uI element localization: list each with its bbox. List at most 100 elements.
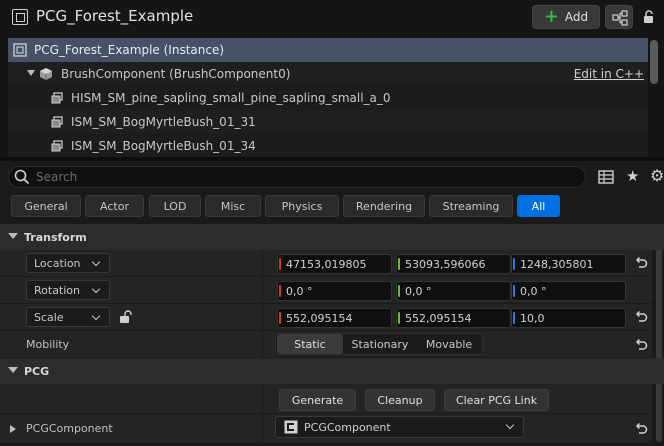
filter-tab-lod[interactable]: LOD xyxy=(149,195,201,217)
scale-x-field[interactable]: 552,095154 xyxy=(277,308,392,328)
pcg-component-select[interactable]: PCGComponent xyxy=(275,416,524,438)
pcg-section-header[interactable]: PCG xyxy=(0,358,664,384)
star-icon[interactable]: ★ xyxy=(626,167,639,185)
mobility-movable-option[interactable]: Movable xyxy=(416,334,482,354)
transform-section-header[interactable]: Transform xyxy=(0,224,664,250)
filter-tab-streaming[interactable]: Streaming xyxy=(429,195,513,217)
z-axis-marker xyxy=(513,312,515,324)
rotation-x-value: 0,0 ° xyxy=(286,284,313,298)
location-x-value: 47153,019805 xyxy=(286,257,367,271)
filter-tab-misc[interactable]: Misc xyxy=(205,195,261,217)
tree-row-label: ISM_SM_BogMyrtleBush_01_34 xyxy=(71,139,256,153)
tree-row-ism[interactable]: ISM_SM_BogMyrtleBush_01_34 xyxy=(8,134,648,158)
scale-label: Scale xyxy=(34,310,64,324)
section-title: PCG xyxy=(24,364,50,378)
column-divider xyxy=(262,331,263,358)
tree-row-instance[interactable]: PCG_Forest_Example (Instance) xyxy=(8,38,648,62)
column-divider xyxy=(262,277,263,304)
actor-icon xyxy=(12,9,28,25)
actor-icon xyxy=(13,43,27,57)
y-axis-marker xyxy=(398,285,400,297)
mobility-segmented-control: Static Stationary Movable xyxy=(275,333,483,355)
location-y-field[interactable]: 53093,596066 xyxy=(396,254,511,274)
column-divider xyxy=(262,304,263,331)
tree-row-brush-component[interactable]: BrushComponent (BrushComponent0) Edit in… xyxy=(8,62,648,86)
scale-z-field[interactable]: 10,0 xyxy=(511,308,626,328)
filter-tab-general[interactable]: General xyxy=(11,195,81,217)
tree-row-label: HISM_SM_pine_sapling_small_pine_sapling_… xyxy=(71,91,391,105)
chevron-down-icon xyxy=(505,420,515,430)
mobility-static-option[interactable]: Static xyxy=(277,334,343,354)
reset-arrow-icon[interactable] xyxy=(634,338,648,352)
y-axis-marker xyxy=(398,258,400,270)
add-button-label: Add xyxy=(564,10,589,24)
scale-y-field[interactable]: 552,095154 xyxy=(396,308,511,328)
blueprint-button[interactable] xyxy=(605,5,633,29)
component-tree: PCG_Forest_Example (Instance) BrushCompo… xyxy=(8,37,648,158)
mobility-stationary-option[interactable]: Stationary xyxy=(344,334,416,354)
filter-tab-all[interactable]: All xyxy=(517,195,560,217)
cleanup-button[interactable]: Cleanup xyxy=(365,389,435,411)
reset-arrow-icon[interactable] xyxy=(634,256,648,270)
expand-arrow-icon[interactable] xyxy=(9,424,17,434)
edit-in-cpp-link[interactable]: Edit in C++ xyxy=(574,67,644,81)
collapse-arrow-icon xyxy=(8,233,18,239)
filter-tab-rendering[interactable]: Rendering xyxy=(343,195,425,217)
collapse-arrow-icon xyxy=(8,367,18,373)
scale-row: Scale 552,095154 552,095154 10,0 xyxy=(0,304,652,331)
static-mesh-icon xyxy=(51,116,63,128)
tree-row-label: ISM_SM_BogMyrtleBush_01_31 xyxy=(71,115,256,129)
clear-pcg-link-button[interactable]: Clear PCG Link xyxy=(444,389,549,411)
location-z-field[interactable]: 1248,305801 xyxy=(511,254,626,274)
scale-z-value: 10,0 xyxy=(520,311,545,325)
tree-scrollbar[interactable] xyxy=(650,40,658,84)
tree-row-ism[interactable]: ISM_SM_BogMyrtleBush_01_31 xyxy=(8,110,648,134)
generate-button[interactable]: Generate xyxy=(279,389,356,411)
rotation-z-field[interactable]: 0,0 ° xyxy=(511,281,626,301)
chevron-down-icon xyxy=(91,311,101,321)
x-axis-marker xyxy=(279,258,281,270)
add-component-button[interactable]: + Add xyxy=(532,5,600,29)
y-axis-marker xyxy=(398,312,400,324)
mobility-row: Mobility Static Stationary Movable xyxy=(0,331,652,358)
plus-icon: + xyxy=(543,6,559,27)
location-label: Location xyxy=(34,256,81,270)
blueprint-icon xyxy=(612,10,628,26)
rotation-x-field[interactable]: 0,0 ° xyxy=(277,281,392,301)
table-icon[interactable] xyxy=(598,169,614,185)
x-axis-marker xyxy=(279,312,281,324)
unlocked-icon[interactable] xyxy=(119,310,132,324)
tree-row-hism[interactable]: HISM_SM_pine_sapling_small_pine_sapling_… xyxy=(8,86,648,110)
window-title: PCG_Forest_Example xyxy=(36,7,194,25)
chevron-down-icon xyxy=(91,257,101,267)
z-axis-marker xyxy=(513,258,515,270)
filter-tab-physics[interactable]: Physics xyxy=(265,195,339,217)
reset-arrow-icon[interactable] xyxy=(634,422,648,436)
tree-row-label: BrushComponent (BrushComponent0) xyxy=(61,67,291,81)
location-dropdown[interactable]: Location xyxy=(26,253,110,273)
details-scrollbar[interactable] xyxy=(656,226,662,442)
column-divider xyxy=(262,414,263,444)
tree-row-label: PCG_Forest_Example (Instance) xyxy=(34,43,225,57)
mobility-label: Mobility xyxy=(26,338,70,351)
scale-x-value: 552,095154 xyxy=(286,311,353,325)
rotation-dropdown[interactable]: Rotation xyxy=(26,280,110,300)
static-mesh-icon xyxy=(51,92,63,104)
reset-arrow-icon[interactable] xyxy=(634,310,648,324)
cube-icon xyxy=(40,68,52,80)
lock-icon[interactable] xyxy=(642,10,656,24)
x-axis-marker xyxy=(279,285,281,297)
column-divider xyxy=(262,250,263,277)
location-row: Location 47153,019805 53093,596066 1248,… xyxy=(0,250,652,277)
filter-tab-actor[interactable]: Actor xyxy=(85,195,144,217)
scale-dropdown[interactable]: Scale xyxy=(26,307,110,327)
gear-icon[interactable]: ⚙ xyxy=(650,166,664,185)
location-x-field[interactable]: 47153,019805 xyxy=(277,254,392,274)
pcg-icon xyxy=(284,420,298,434)
search-input[interactable] xyxy=(36,168,576,186)
pcg-component-label: PCGComponent xyxy=(26,422,113,435)
rotation-y-field[interactable]: 0,0 ° xyxy=(396,281,511,301)
location-y-value: 53093,596066 xyxy=(405,257,486,271)
column-divider xyxy=(262,384,263,414)
expand-arrow-icon[interactable] xyxy=(26,68,36,78)
